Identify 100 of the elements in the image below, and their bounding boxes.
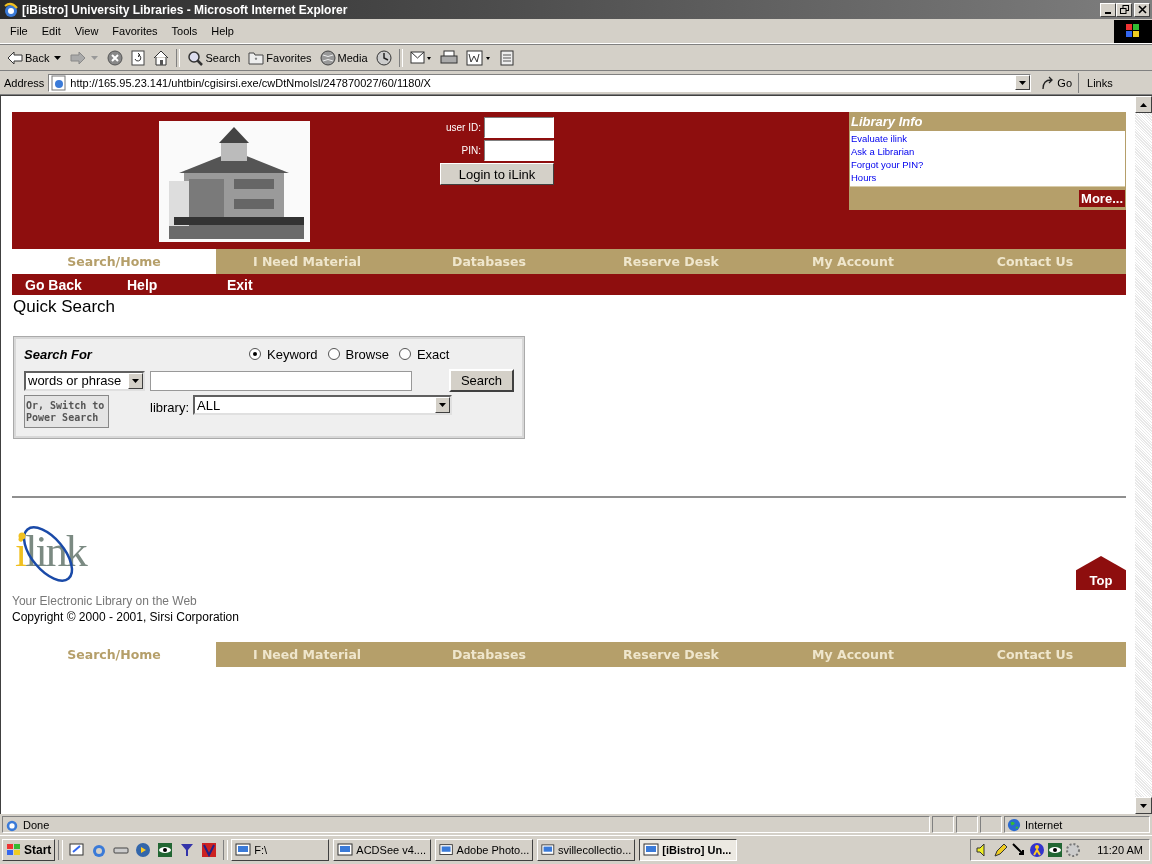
nav-link[interactable]: Exit: [227, 276, 327, 293]
taskbar-button[interactable]: Adobe Photo...: [435, 839, 534, 861]
radio-button[interactable]: [327, 348, 340, 360]
menu-item[interactable]: Help: [204, 25, 241, 37]
taskbar-button[interactable]: F:\: [231, 839, 330, 861]
nav-link[interactable]: Help: [127, 276, 227, 293]
info-link[interactable]: Evaluate ilink: [851, 132, 1125, 145]
pin-label: PIN:: [461, 145, 481, 156]
document-icon: [499, 49, 514, 66]
address-field[interactable]: http://165.95.23.141/uhtbin/cgisirsi.exe/cwDtNmoIsl/247870027/60/1180/X: [48, 73, 1032, 92]
close-button[interactable]: [1134, 2, 1150, 17]
info-link[interactable]: Hours: [851, 171, 1125, 184]
library-dropdown[interactable]: ALL: [193, 395, 452, 415]
zone-text: Internet: [1025, 818, 1063, 831]
favorites-button[interactable]: Favorites: [245, 46, 315, 69]
pencil-icon[interactable]: [993, 842, 1009, 858]
start-button[interactable]: Start: [2, 839, 56, 861]
login-button[interactable]: Login to iLink: [440, 163, 554, 185]
browser-icon: [3, 1, 19, 18]
window-title: [iBistro] University Libraries - Microsoft Internet Explorer: [22, 2, 349, 17]
menu-item[interactable]: Tools: [164, 25, 205, 37]
funnel-icon[interactable]: [179, 842, 196, 858]
clock: 11:20 AM: [1097, 844, 1143, 856]
stop-icon: [107, 49, 124, 66]
media-button[interactable]: Media: [316, 46, 371, 69]
user-id-field[interactable]: [484, 117, 554, 138]
figure-icon[interactable]: [1029, 842, 1045, 858]
home-icon: [153, 49, 170, 66]
status-pane: [932, 816, 954, 833]
refresh-icon: [131, 49, 146, 66]
radio-label: Exact: [416, 346, 450, 362]
menu-item[interactable]: Edit: [34, 25, 68, 37]
links-button[interactable]: Links: [1083, 76, 1117, 89]
history-icon: [375, 49, 392, 66]
taskbar-button[interactable]: ACDSee v4....: [333, 839, 432, 861]
minimize-button[interactable]: [1100, 2, 1116, 17]
word-document-icon: [465, 49, 492, 66]
window-icon: [235, 842, 252, 858]
search-title: Search For: [24, 346, 94, 362]
back-arrow-icon: [7, 50, 23, 65]
info-link[interactable]: Forgot your PIN?: [851, 158, 1125, 171]
status-pane: [956, 816, 978, 833]
media-icon[interactable]: [135, 842, 152, 858]
eye-icon[interactable]: [1047, 842, 1063, 858]
folder-star-icon: [248, 50, 265, 65]
radio-label: Keyword: [267, 346, 318, 362]
printer-icon: [439, 49, 458, 66]
window-icon: [643, 842, 660, 858]
window-icon: [541, 842, 555, 858]
dropdown-arrow-icon[interactable]: [54, 55, 62, 60]
info-link[interactable]: Ask a Librarian: [851, 145, 1125, 158]
caret-icon: [1019, 80, 1027, 85]
search-button[interactable]: Search: [184, 46, 244, 69]
window-icon: [439, 842, 454, 858]
page-icon: [51, 74, 68, 91]
pin-field[interactable]: [484, 140, 554, 161]
page-heading: Quick Search: [13, 297, 117, 317]
search-field[interactable]: [150, 370, 412, 391]
back-button[interactable]: Back: [4, 46, 53, 69]
scrollbar[interactable]: [1135, 96, 1152, 814]
library-label: library:: [150, 400, 189, 415]
cursor-arrow-icon[interactable]: [1011, 842, 1027, 858]
radio-button[interactable]: [398, 348, 411, 360]
minimize-icon: [1105, 11, 1111, 14]
radio-button[interactable]: [249, 348, 261, 360]
top-button[interactable]: Top: [1076, 556, 1126, 590]
menu-item[interactable]: View: [67, 25, 106, 37]
menu-item[interactable]: File: [3, 25, 35, 37]
copyright-text: Copyright © 2000 - 2001, Sirsi Corporation: [12, 610, 239, 624]
forward-arrow-icon: [70, 50, 87, 65]
power-search-button[interactable]: Or, Switch to Power Search: [24, 395, 109, 428]
browser-icon[interactable]: [91, 842, 108, 858]
dropdown-button[interactable]: [1015, 75, 1031, 90]
restore-icon: [1119, 5, 1129, 14]
window-icon: [337, 842, 354, 858]
taskbar-button[interactable]: svillecollectio...: [537, 839, 636, 861]
scroll-up-icon[interactable]: [1140, 102, 1147, 107]
windows-logo: [6, 843, 22, 857]
taskbar-button[interactable]: [iBistro] Un...: [639, 839, 738, 861]
desktop-icon[interactable]: [69, 842, 86, 858]
search-type-dropdown[interactable]: words or phrase: [24, 370, 145, 391]
caret-icon: [132, 378, 139, 383]
panel-title: Library Info: [850, 113, 924, 131]
tagline: Your Electronic Library on the Web: [12, 594, 198, 608]
address-label: Address: [4, 76, 45, 89]
caret-icon: [439, 403, 446, 407]
app-icon[interactable]: [201, 842, 218, 858]
restore-button[interactable]: [1116, 2, 1132, 17]
menu-item[interactable]: Favorites: [105, 25, 165, 37]
eye-icon[interactable]: [157, 842, 174, 858]
more-button[interactable]: More...: [1079, 189, 1125, 207]
search-button[interactable]: Search: [449, 369, 514, 392]
close-icon: [1137, 5, 1147, 14]
status-pane: [980, 816, 1002, 833]
scroll-down-icon[interactable]: [1140, 803, 1147, 808]
user-id-label: user ID:: [446, 122, 481, 133]
status-text: Done: [23, 818, 50, 831]
nav-link[interactable]: Go Back: [25, 276, 127, 293]
radio-label: Browse: [345, 346, 389, 362]
go-button[interactable]: Go: [1035, 72, 1080, 93]
